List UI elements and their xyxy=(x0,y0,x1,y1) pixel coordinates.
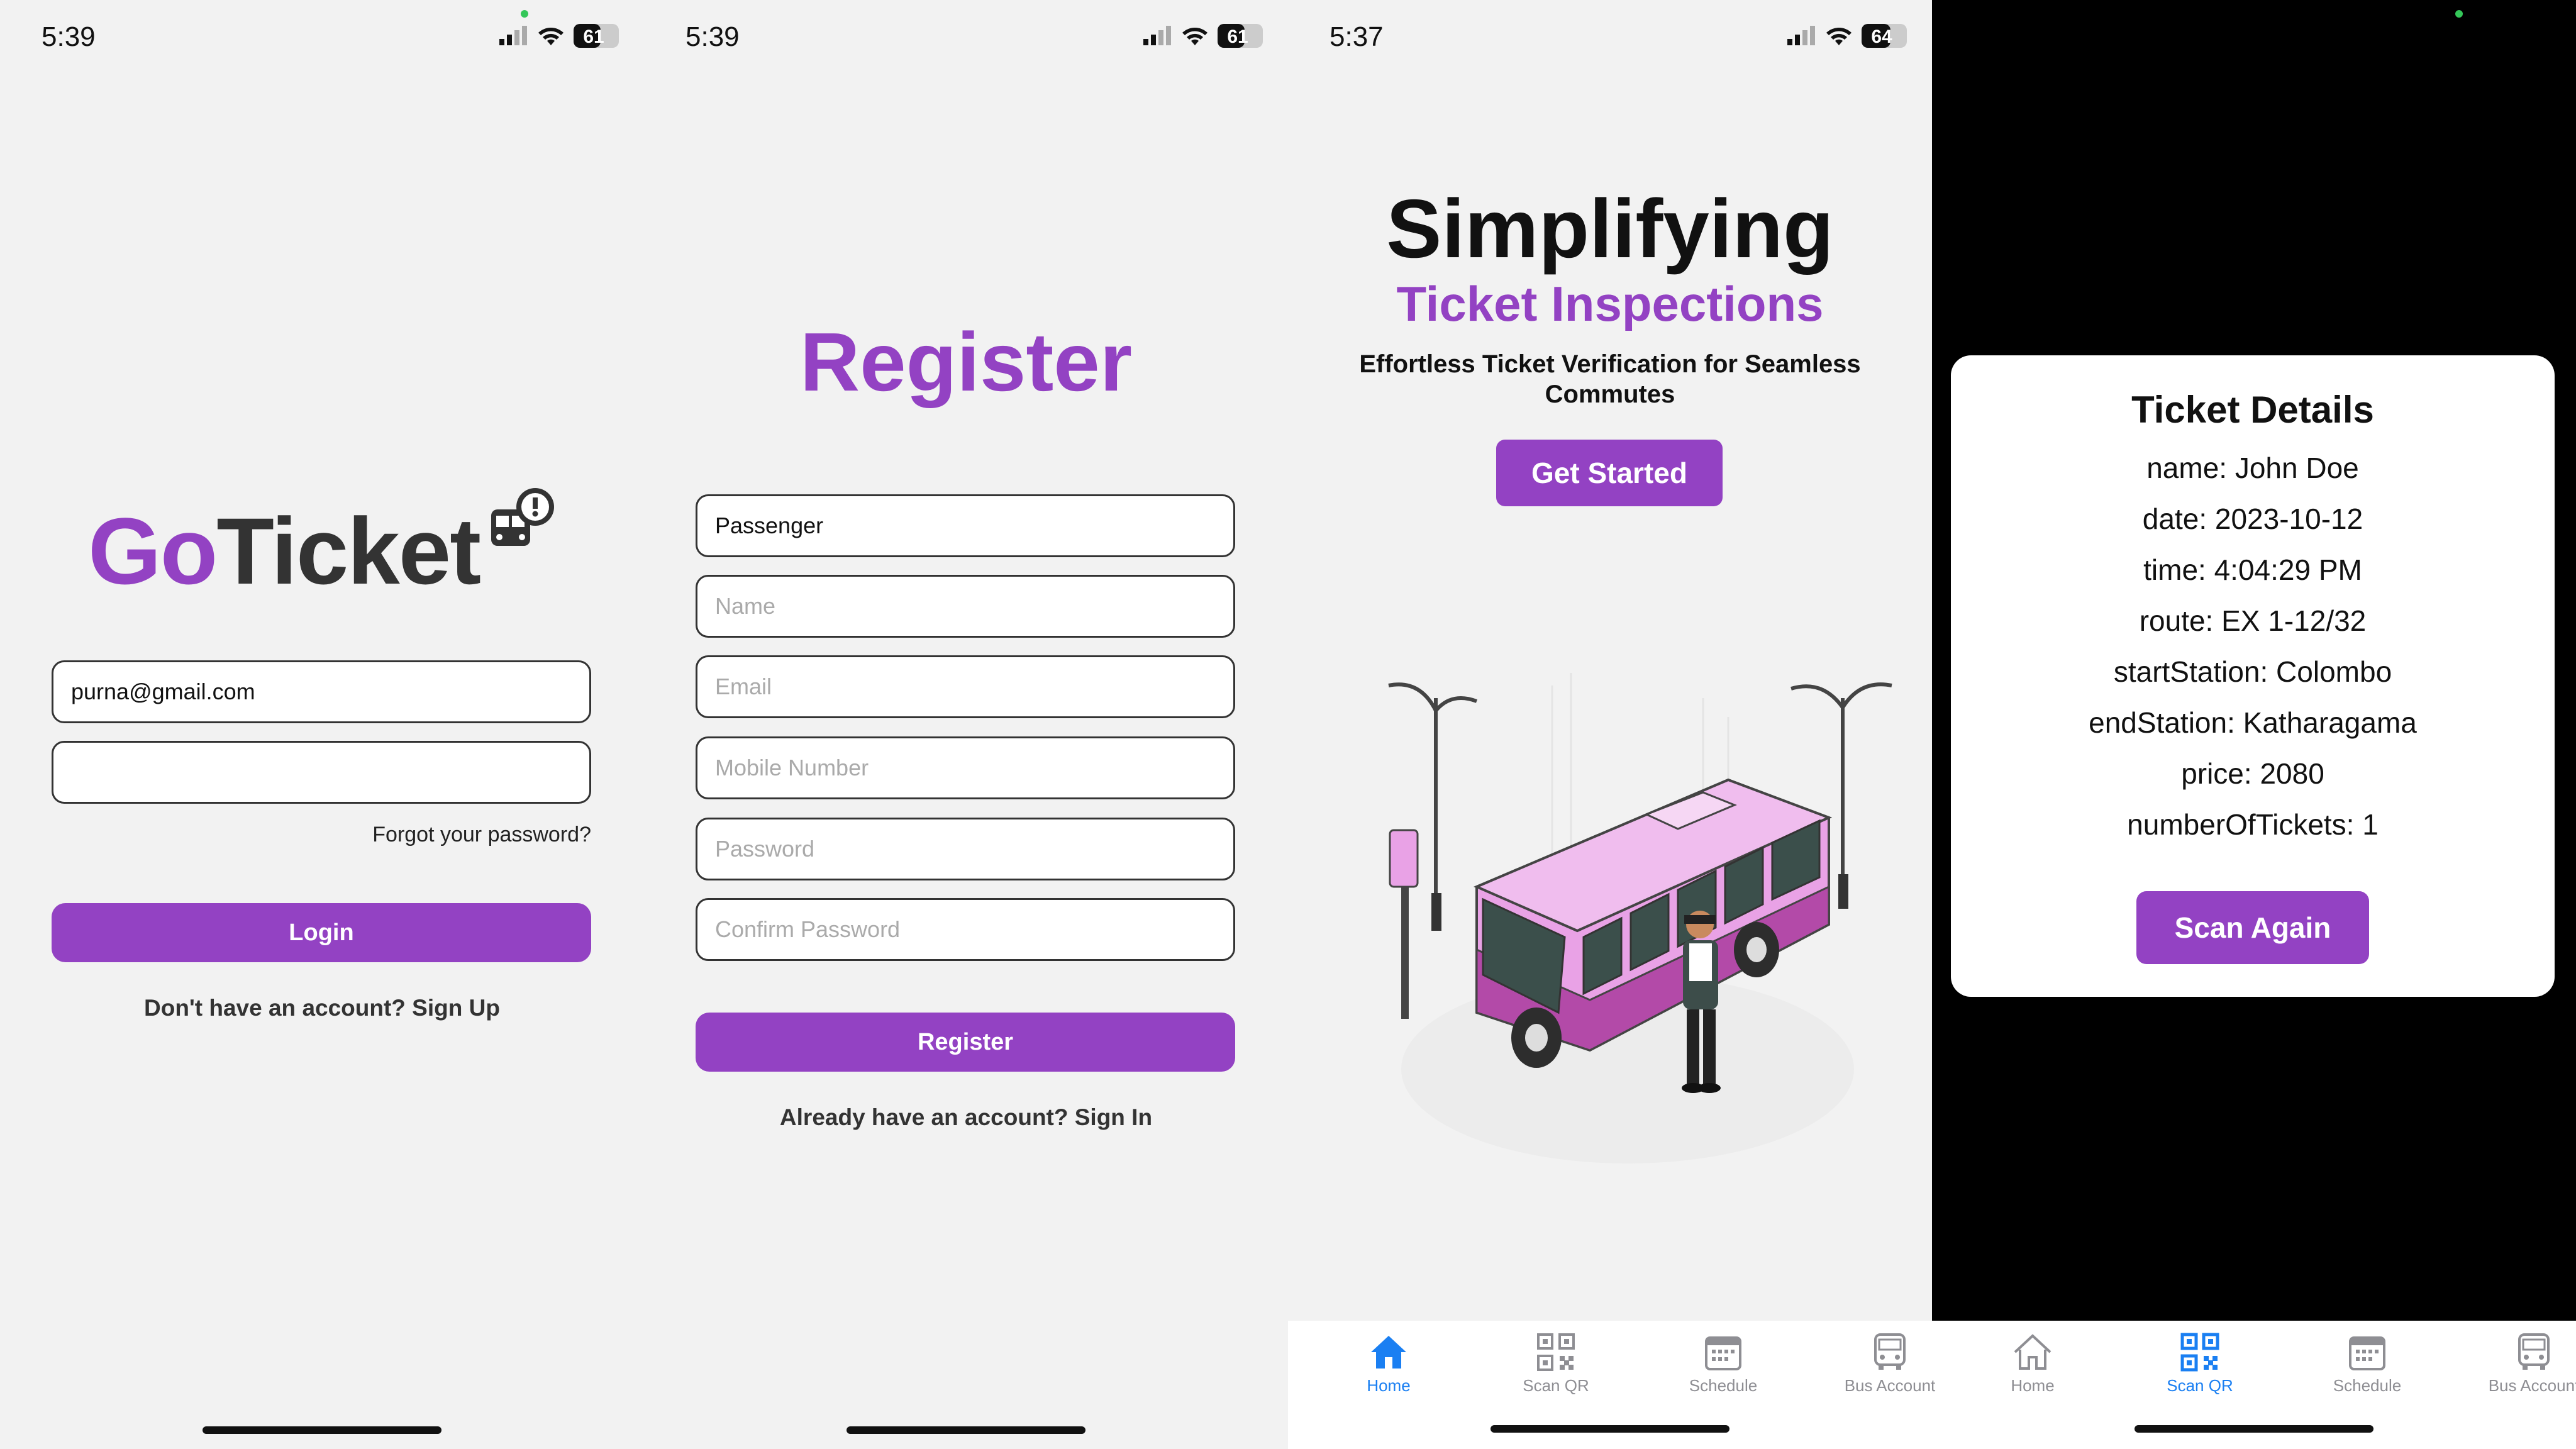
status-time: 5:37 xyxy=(1330,21,1384,52)
tab-home[interactable]: Home xyxy=(1973,1332,2092,1396)
wifi-icon xyxy=(538,28,564,45)
tab-schedule[interactable]: Schedule xyxy=(1663,1332,1783,1396)
register-button[interactable]: Register xyxy=(696,1013,1235,1072)
signup-link[interactable]: Don't have an account? Sign Up xyxy=(0,995,644,1021)
password-field[interactable] xyxy=(52,741,591,804)
signal-icon xyxy=(499,26,527,45)
privacy-indicator xyxy=(521,10,528,18)
signal-icon xyxy=(1143,26,1171,45)
qr-code-icon xyxy=(2180,1333,2219,1372)
bus-alert-logo-icon xyxy=(491,488,554,546)
email-input[interactable]: Email xyxy=(696,655,1235,718)
tab-bus-account[interactable]: Bus Account xyxy=(2474,1332,2576,1396)
home-indicator xyxy=(847,1426,1085,1434)
home-indicator xyxy=(2135,1425,2373,1433)
calendar-icon xyxy=(2349,1336,2385,1370)
battery-level: 64 xyxy=(1871,26,1892,47)
ticket-time: time: 4:04:29 PM xyxy=(2143,553,2362,586)
bus-icon xyxy=(1874,1333,1906,1370)
subheadline: Ticket Inspections xyxy=(1396,276,1824,331)
signal-icon xyxy=(1787,26,1815,45)
tab-scan-qr-label: Scan QR xyxy=(1523,1376,1589,1395)
confirm-password-input[interactable]: Confirm Password xyxy=(696,898,1235,961)
tab-schedule-label: Schedule xyxy=(1689,1376,1758,1395)
role-select[interactable]: Passenger xyxy=(696,494,1235,557)
status-bar: 5:39 61 xyxy=(0,0,644,75)
ticket-start-station: startStation: Colombo xyxy=(2113,655,2392,688)
status-bar: 5:39 61 xyxy=(644,0,1288,75)
tab-scan-qr-label: Scan QR xyxy=(2167,1376,2233,1395)
tab-schedule-label: Schedule xyxy=(2333,1376,2402,1395)
ticket-name: name: John Doe xyxy=(2146,452,2359,484)
register-title: Register xyxy=(799,316,1133,408)
battery-level: 61 xyxy=(1227,26,1248,47)
logo-go: Go xyxy=(88,498,218,604)
home-indicator xyxy=(203,1426,441,1434)
home-screen: 5:37 64 Simplifying Ticket Inspections E… xyxy=(1288,0,1932,1449)
tab-home[interactable]: Home xyxy=(1329,1332,1448,1396)
ticket-date: date: 2023-10-12 xyxy=(2142,502,2363,535)
register-screen: 5:39 61 Register Passenger Name Email Mo… xyxy=(644,0,1288,1449)
battery-icon: 64 xyxy=(1862,24,1907,48)
name-input[interactable]: Name xyxy=(696,575,1235,638)
email-field[interactable]: purna@gmail.com xyxy=(52,660,591,723)
battery-icon: 61 xyxy=(574,24,619,48)
signin-link[interactable]: Already have an account? Sign In xyxy=(644,1104,1288,1131)
tab-bus-account[interactable]: Bus Account xyxy=(1830,1332,1950,1396)
status-time: 5:39 xyxy=(42,21,96,52)
forgot-password-link[interactable]: Forgot your password? xyxy=(372,823,591,847)
tab-scan-qr[interactable]: Scan QR xyxy=(2140,1332,2260,1396)
ticket-count: numberOfTickets: 1 xyxy=(2127,808,2379,841)
calendar-icon xyxy=(1705,1336,1741,1370)
ticket-end-station: endStation: Katharagama xyxy=(2089,706,2417,739)
home-icon xyxy=(2014,1334,2051,1370)
qr-code-icon xyxy=(1537,1333,1575,1371)
goticket-logo: GoTicket xyxy=(88,497,481,606)
tab-home-label: Home xyxy=(1367,1376,1411,1395)
ticket-details-card: Ticket Details name: John Doe date: 2023… xyxy=(1951,355,2555,997)
ticket-price: price: 2080 xyxy=(2181,757,2324,790)
status-time: 5:39 xyxy=(686,21,740,52)
tab-home-label: Home xyxy=(2011,1376,2055,1395)
bus-illustration xyxy=(1388,673,1892,1163)
wifi-icon xyxy=(1826,28,1852,45)
ticket-details-title: Ticket Details xyxy=(2131,389,2374,431)
password-input[interactable]: Password xyxy=(696,818,1235,880)
login-button[interactable]: Login xyxy=(52,903,591,962)
ticket-route: route: EX 1-12/32 xyxy=(2139,604,2367,637)
mobile-number-input[interactable]: Mobile Number xyxy=(696,736,1235,799)
tab-schedule[interactable]: Schedule xyxy=(2307,1332,2427,1396)
home-icon xyxy=(1371,1336,1406,1368)
tab-bus-account-label: Bus Account xyxy=(2488,1376,2576,1395)
home-indicator xyxy=(1491,1425,1729,1433)
status-bar: 5:37 64 xyxy=(1288,0,1932,75)
get-started-button[interactable]: Get Started xyxy=(1496,440,1723,506)
tagline: Effortless Ticket Verification for Seaml… xyxy=(1359,350,1861,408)
battery-icon: 61 xyxy=(1218,24,1263,48)
tab-scan-qr[interactable]: Scan QR xyxy=(1496,1332,1616,1396)
bus-icon xyxy=(2518,1333,2550,1370)
headline: Simplifying xyxy=(1386,182,1834,275)
privacy-indicator xyxy=(2455,10,2463,18)
login-screen: 5:39 61 GoTicket purna@gmail.com Forgot … xyxy=(0,0,644,1449)
logo-ticket: Ticket xyxy=(216,498,481,604)
wifi-icon xyxy=(1182,28,1208,45)
tab-bar: Home Scan QR Schedule Bus Account Home S… xyxy=(1288,1321,2576,1449)
battery-level: 61 xyxy=(583,26,604,47)
scan-again-button[interactable]: Scan Again xyxy=(2136,891,2369,964)
tab-bus-account-label: Bus Account xyxy=(1844,1376,1936,1395)
